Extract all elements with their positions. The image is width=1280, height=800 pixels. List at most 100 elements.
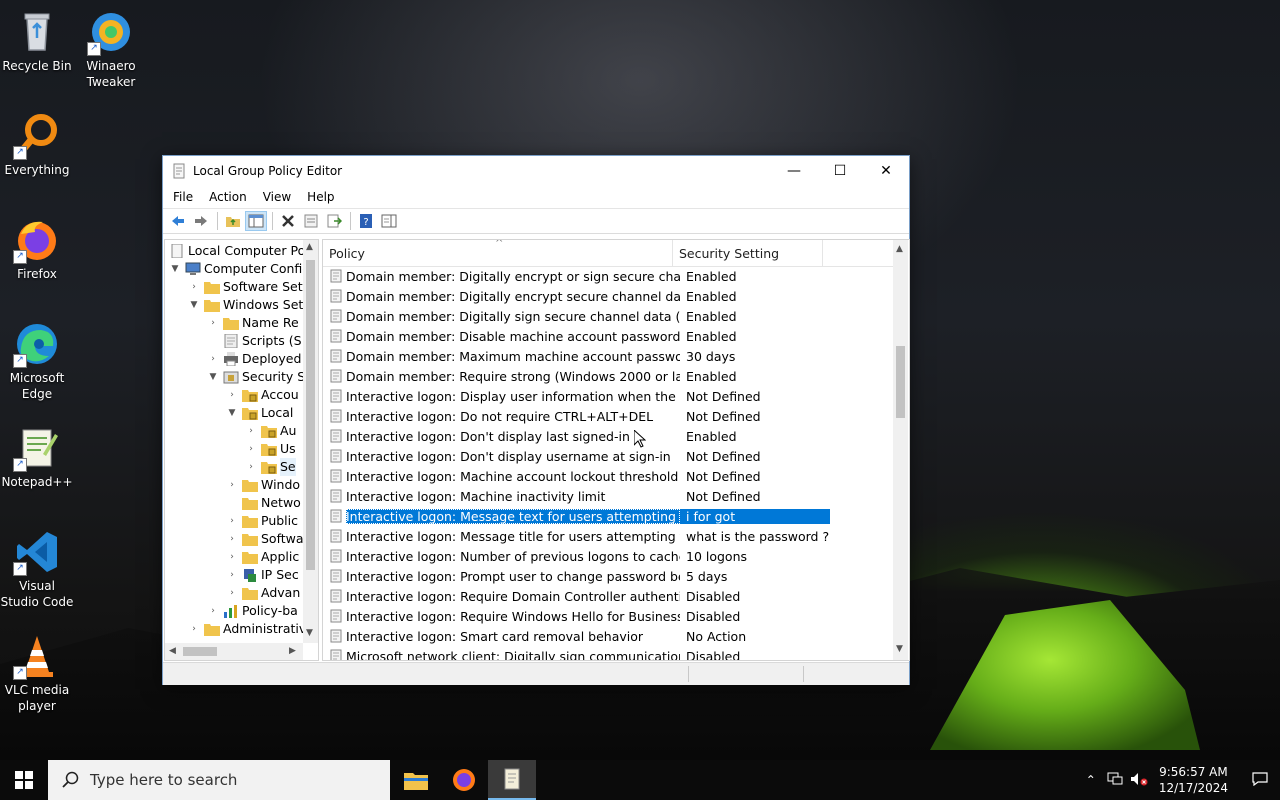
tree-item-policy-based-qos[interactable]: › Policy-ba (207, 602, 298, 620)
tree-item-software-settings[interactable]: › Software Set (188, 278, 303, 296)
tree-item-application-control[interactable]: › Applic (226, 548, 299, 566)
scrollbar-thumb[interactable] (306, 260, 315, 570)
expand-chevron-icon[interactable]: › (207, 350, 219, 368)
scroll-down-arrow-icon[interactable]: ▼ (306, 628, 313, 638)
action-center-icon[interactable] (1240, 771, 1280, 789)
policy-row[interactable]: Domain member: Disable machine account p… (323, 326, 893, 346)
network-icon[interactable] (1103, 772, 1127, 789)
export-list-button[interactable] (323, 211, 345, 231)
desktop-icon-vlc[interactable]: ↗ VLC media player (0, 632, 74, 714)
taskbar-clock[interactable]: 9:56:57 AM 12/17/2024 (1159, 764, 1228, 796)
tree-item-windows-settings[interactable]: ▼ Windows Set (188, 296, 303, 314)
tree-item-windows-defender-firewall[interactable]: › Windo (226, 476, 300, 494)
forward-button[interactable] (190, 211, 212, 231)
minimize-button[interactable]: — (771, 156, 817, 186)
taskbar-group-policy-editor[interactable] (488, 760, 536, 800)
title-bar[interactable]: Local Group Policy Editor — ☐ ✕ (163, 156, 909, 186)
show-hide-console-tree-button[interactable] (245, 211, 267, 231)
expand-chevron-icon[interactable]: › (226, 566, 238, 584)
column-header-security-setting[interactable]: Security Setting (673, 240, 823, 266)
tree-item-security-options[interactable]: › Se (245, 458, 296, 476)
expand-chevron-icon[interactable]: › (226, 512, 238, 530)
expand-chevron-icon[interactable]: › (207, 314, 219, 332)
scroll-down-arrow-icon[interactable]: ▼ (896, 644, 903, 654)
collapse-chevron-icon[interactable]: ▼ (169, 260, 181, 278)
policy-row[interactable]: Interactive logon: Message text for user… (323, 506, 893, 526)
taskbar-file-explorer[interactable] (392, 760, 440, 800)
expand-chevron-icon[interactable]: › (226, 476, 238, 494)
policy-row[interactable]: Interactive logon: Machine inactivity li… (323, 486, 893, 506)
back-button[interactable] (167, 211, 189, 231)
tree-item-account-policies[interactable]: › Accou (226, 386, 299, 404)
policy-row[interactable]: Interactive logon: Message title for use… (323, 526, 893, 546)
policy-row[interactable]: Interactive logon: Don't display last si… (323, 426, 893, 446)
scrollbar-thumb[interactable] (896, 346, 905, 418)
expand-chevron-icon[interactable]: › (188, 278, 200, 296)
scroll-up-arrow-icon[interactable]: ▲ (306, 242, 313, 252)
list-vertical-scrollbar[interactable]: ▲ ▼ (893, 240, 908, 660)
collapse-chevron-icon[interactable]: ▼ (188, 296, 200, 314)
menu-view[interactable]: View (255, 190, 299, 204)
policy-row[interactable]: Interactive logon: Smart card removal be… (323, 626, 893, 646)
desktop-icon-firefox[interactable]: ↗ Firefox (0, 216, 74, 282)
tree-item-name-resolution-policy[interactable]: › Name Re (207, 314, 299, 332)
expand-chevron-icon[interactable]: › (207, 602, 219, 620)
collapse-chevron-icon[interactable]: ▼ (207, 368, 219, 386)
tree-item-advanced-audit[interactable]: › Advan (226, 584, 300, 602)
show-hidden-icons-chevron-icon[interactable]: ⌃ (1079, 773, 1103, 787)
expand-chevron-icon[interactable]: › (245, 422, 257, 440)
volume-muted-icon[interactable] (1127, 772, 1151, 789)
delete-button[interactable] (277, 211, 299, 231)
tree-item-administrative-templates[interactable]: › Administrativ (188, 620, 306, 638)
tree-item-audit-policy[interactable]: › Au (245, 422, 296, 440)
up-one-level-button[interactable] (222, 211, 244, 231)
tree-item-local-policies[interactable]: ▼ Local (226, 404, 293, 422)
scrollbar-thumb[interactable] (183, 647, 217, 656)
column-header-policy[interactable]: ^ Policy (323, 240, 673, 266)
maximize-button[interactable]: ☐ (817, 156, 863, 186)
policy-row[interactable]: Interactive logon: Do not require CTRL+A… (323, 406, 893, 426)
tree-item-local-computer-policy[interactable]: Local Computer Pol (169, 242, 309, 260)
properties-button[interactable] (300, 211, 322, 231)
policy-row[interactable]: Domain member: Require strong (Windows 2… (323, 366, 893, 386)
collapse-chevron-icon[interactable]: ▼ (226, 404, 238, 422)
policy-row[interactable]: Interactive logon: Machine account locko… (323, 466, 893, 486)
desktop-icon-winaero-tweaker[interactable]: ↗ Winaero Tweaker (74, 8, 148, 90)
expand-chevron-icon[interactable]: › (226, 386, 238, 404)
close-button[interactable]: ✕ (863, 156, 909, 186)
policy-row[interactable]: Domain member: Digitally encrypt or sign… (323, 266, 893, 286)
expand-chevron-icon[interactable]: › (226, 584, 238, 602)
expand-chevron-icon[interactable]: › (245, 440, 257, 458)
start-button[interactable] (0, 760, 48, 800)
menu-help[interactable]: Help (299, 190, 342, 204)
scroll-right-arrow-icon[interactable]: ▶ (289, 646, 296, 656)
tree-item-public-key-policies[interactable]: › Public (226, 512, 298, 530)
menu-action[interactable]: Action (201, 190, 255, 204)
desktop-icon-recycle-bin[interactable]: Recycle Bin (0, 8, 74, 74)
tree-item-deployed-printers[interactable]: › Deployed (207, 350, 301, 368)
policy-row[interactable]: Domain member: Maximum machine account p… (323, 346, 893, 366)
policy-row[interactable]: Microsoft network client: Digitally sign… (323, 646, 893, 660)
tree-item-ip-security-policies[interactable]: › IP Sec (226, 566, 299, 584)
menu-file[interactable]: File (165, 190, 201, 204)
policy-row[interactable]: Domain member: Digitally sign secure cha… (323, 306, 893, 326)
expand-chevron-icon[interactable]: › (245, 458, 257, 476)
tree-item-scripts[interactable]: Scripts (S (223, 332, 302, 350)
policy-row[interactable]: Interactive logon: Don't display usernam… (323, 446, 893, 466)
scroll-left-arrow-icon[interactable]: ◀ (169, 646, 176, 656)
desktop-icon-microsoft-edge[interactable]: ↗ Microsoft Edge (0, 320, 74, 402)
scroll-up-arrow-icon[interactable]: ▲ (896, 244, 903, 254)
tree-item-computer-configuration[interactable]: ▼ Computer Config (169, 260, 311, 278)
tree-item-network-list-manager[interactable]: Netwo (242, 494, 301, 512)
policy-row[interactable]: Interactive logon: Prompt user to change… (323, 566, 893, 586)
tree-item-user-rights-assignment[interactable]: › Us (245, 440, 296, 458)
tree-item-security-settings[interactable]: ▼ Security S (207, 368, 306, 386)
taskbar-search-box[interactable]: Type here to search (48, 760, 390, 800)
policy-row[interactable]: Domain member: Digitally encrypt secure … (323, 286, 893, 306)
tree-horizontal-scrollbar[interactable]: ◀ ▶ (165, 643, 303, 660)
tree-item-software-restriction[interactable]: › Softwa (226, 530, 304, 548)
tree-vertical-scrollbar[interactable]: ▲ ▼ (303, 240, 318, 643)
desktop-icon-everything[interactable]: ↗ Everything (0, 112, 74, 178)
policy-row[interactable]: Interactive logon: Require Windows Hello… (323, 606, 893, 626)
expand-chevron-icon[interactable]: › (188, 620, 200, 638)
